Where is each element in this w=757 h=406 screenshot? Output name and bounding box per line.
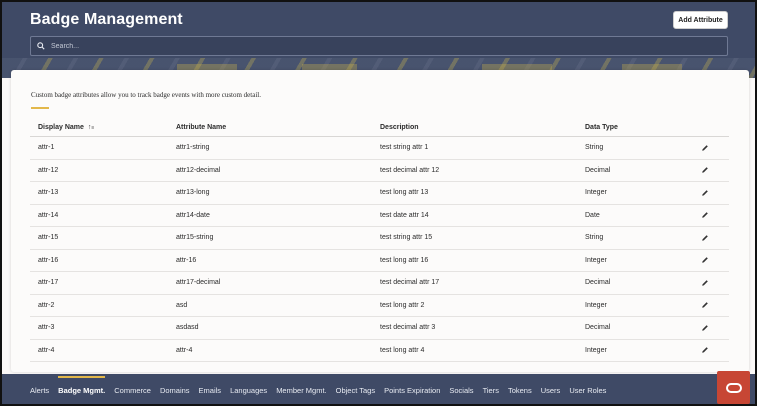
- tab-users[interactable]: Users: [541, 386, 561, 395]
- cell-data-type: Integer: [585, 189, 607, 197]
- pencil-icon[interactable]: [701, 211, 709, 219]
- add-attribute-button[interactable]: Add Attribute: [673, 11, 728, 29]
- cell-data-type: Integer: [585, 301, 607, 309]
- column-header-attribute-name: Attribute Name: [176, 124, 227, 131]
- tab-languages[interactable]: Languages: [230, 386, 267, 395]
- cell-data-type: String: [585, 144, 604, 152]
- bottom-navigation: Alerts Badge Mgmt. Commerce Domains Emai…: [2, 371, 755, 404]
- sort-ascending-icon[interactable]: ↑≡: [88, 124, 94, 131]
- cell-display-name: attr-15: [38, 234, 59, 242]
- tab-tokens[interactable]: Tokens: [508, 386, 532, 395]
- cell-attribute-name: attr13-long: [176, 189, 210, 197]
- tab-emails[interactable]: Emails: [199, 386, 222, 395]
- tab-member-mgmt[interactable]: Member Mgmt.: [276, 386, 326, 395]
- tab-points-expiration[interactable]: Points Expiration: [384, 386, 440, 395]
- cell-display-name: attr-1: [38, 144, 55, 152]
- table-row[interactable]: attr-1 attr1-string test string attr 1 S…: [30, 137, 729, 160]
- cell-data-type: Decimal: [585, 166, 611, 174]
- cell-display-name: attr-4: [38, 346, 55, 354]
- cell-description: test long attr 2: [380, 301, 425, 309]
- tab-tiers[interactable]: Tiers: [483, 386, 499, 395]
- pencil-icon[interactable]: [701, 166, 709, 174]
- table-row[interactable]: attr-16 attr-16 test long attr 16 Intege…: [30, 250, 729, 272]
- bottom-nav-tabs: Alerts Badge Mgmt. Commerce Domains Emai…: [30, 374, 615, 404]
- column-header-description: Description: [380, 124, 419, 131]
- column-header-data-type: Data Type: [585, 124, 618, 131]
- tab-domains[interactable]: Domains: [160, 386, 190, 395]
- cell-attribute-name: attr-16: [176, 256, 197, 264]
- cell-display-name: attr-16: [38, 256, 59, 264]
- cell-display-name: attr-3: [38, 324, 55, 332]
- search-bar[interactable]: [30, 36, 728, 56]
- pencil-icon[interactable]: [701, 144, 709, 152]
- tab-socials[interactable]: Socials: [449, 386, 473, 395]
- page-title: Badge Management: [30, 11, 183, 28]
- cell-attribute-name: attr17-decimal: [176, 279, 221, 287]
- attributes-table: Display Name ↑≡ Attribute Name Descriptio…: [30, 119, 729, 362]
- cell-attribute-name: attr12-decimal: [176, 166, 221, 174]
- cell-description: test long attr 16: [380, 256, 429, 264]
- cell-description: test string attr 15: [380, 234, 433, 242]
- attributes-card: Custom badge attributes allow you to tra…: [11, 70, 749, 372]
- pencil-icon[interactable]: [701, 279, 709, 287]
- cell-display-name: attr-2: [38, 301, 55, 309]
- oracle-logo-icon: [725, 382, 742, 393]
- cell-data-type: Integer: [585, 256, 607, 264]
- description-underline: [31, 107, 49, 109]
- table-row[interactable]: attr-13 attr13-long test long attr 13 In…: [30, 182, 729, 205]
- cell-description: test decimal attr 17: [380, 279, 440, 287]
- pencil-icon[interactable]: [701, 234, 709, 242]
- table-row[interactable]: attr-4 attr-4 test long attr 4 Integer: [30, 340, 729, 362]
- pencil-icon[interactable]: [701, 189, 709, 197]
- cell-display-name: attr-14: [38, 211, 59, 219]
- pencil-icon[interactable]: [701, 346, 709, 354]
- cell-display-name: attr-12: [38, 166, 59, 174]
- cell-data-type: Integer: [585, 346, 607, 354]
- cell-data-type: Decimal: [585, 279, 611, 287]
- table-row[interactable]: attr-14 attr14-date test date attr 14 Da…: [30, 205, 729, 227]
- pencil-icon[interactable]: [701, 324, 709, 332]
- cell-description: test long attr 4: [380, 346, 425, 354]
- tab-alerts[interactable]: Alerts: [30, 386, 49, 395]
- tab-badge-mgmt[interactable]: Badge Mgmt.: [58, 375, 106, 395]
- tab-user-roles[interactable]: User Roles: [569, 386, 606, 395]
- cell-attribute-name: asd: [176, 301, 188, 309]
- cell-attribute-name: attr-4: [176, 346, 193, 354]
- cell-display-name: attr-17: [38, 279, 59, 287]
- cell-description: test date attr 14: [380, 211, 429, 219]
- pencil-icon[interactable]: [701, 256, 709, 264]
- cell-description: test string attr 1: [380, 144, 429, 152]
- table-row[interactable]: attr-3 asdasd test decimal attr 3 Decima…: [30, 317, 729, 340]
- cell-description: test decimal attr 3: [380, 324, 436, 332]
- oracle-logo-button[interactable]: [717, 371, 750, 404]
- description-text: Custom badge attributes allow you to tra…: [31, 91, 261, 99]
- search-input[interactable]: [51, 42, 727, 50]
- cell-attribute-name: attr1-string: [176, 144, 210, 152]
- tab-commerce[interactable]: Commerce: [114, 386, 151, 395]
- cell-data-type: String: [585, 234, 604, 242]
- cell-attribute-name: attr15-string: [176, 234, 214, 242]
- column-header-display-name[interactable]: Display Name ↑≡: [30, 124, 176, 131]
- cell-data-type: Decimal: [585, 324, 611, 332]
- page-header: Badge Management Add Attribute: [2, 2, 755, 78]
- cell-description: test long attr 13: [380, 189, 429, 197]
- cell-display-name: attr-13: [38, 189, 59, 197]
- cell-description: test decimal attr 12: [380, 166, 440, 174]
- cell-attribute-name: attr14-date: [176, 211, 210, 219]
- pencil-icon[interactable]: [701, 301, 709, 309]
- table-header: Display Name ↑≡ Attribute Name Descriptio…: [30, 119, 729, 137]
- app-window: Badge Management Add Attribute Custom ba…: [0, 0, 757, 406]
- cell-attribute-name: asdasd: [176, 324, 199, 332]
- column-header-label: Display Name: [38, 124, 84, 131]
- tab-object-tags[interactable]: Object Tags: [336, 386, 375, 395]
- cell-data-type: Date: [585, 211, 600, 219]
- table-row[interactable]: attr-2 asd test long attr 2 Integer: [30, 295, 729, 317]
- search-icon: [31, 42, 51, 50]
- table-row[interactable]: attr-17 attr17-decimal test decimal attr…: [30, 272, 729, 295]
- table-row[interactable]: attr-12 attr12-decimal test decimal attr…: [30, 160, 729, 182]
- table-row[interactable]: attr-15 attr15-string test string attr 1…: [30, 227, 729, 250]
